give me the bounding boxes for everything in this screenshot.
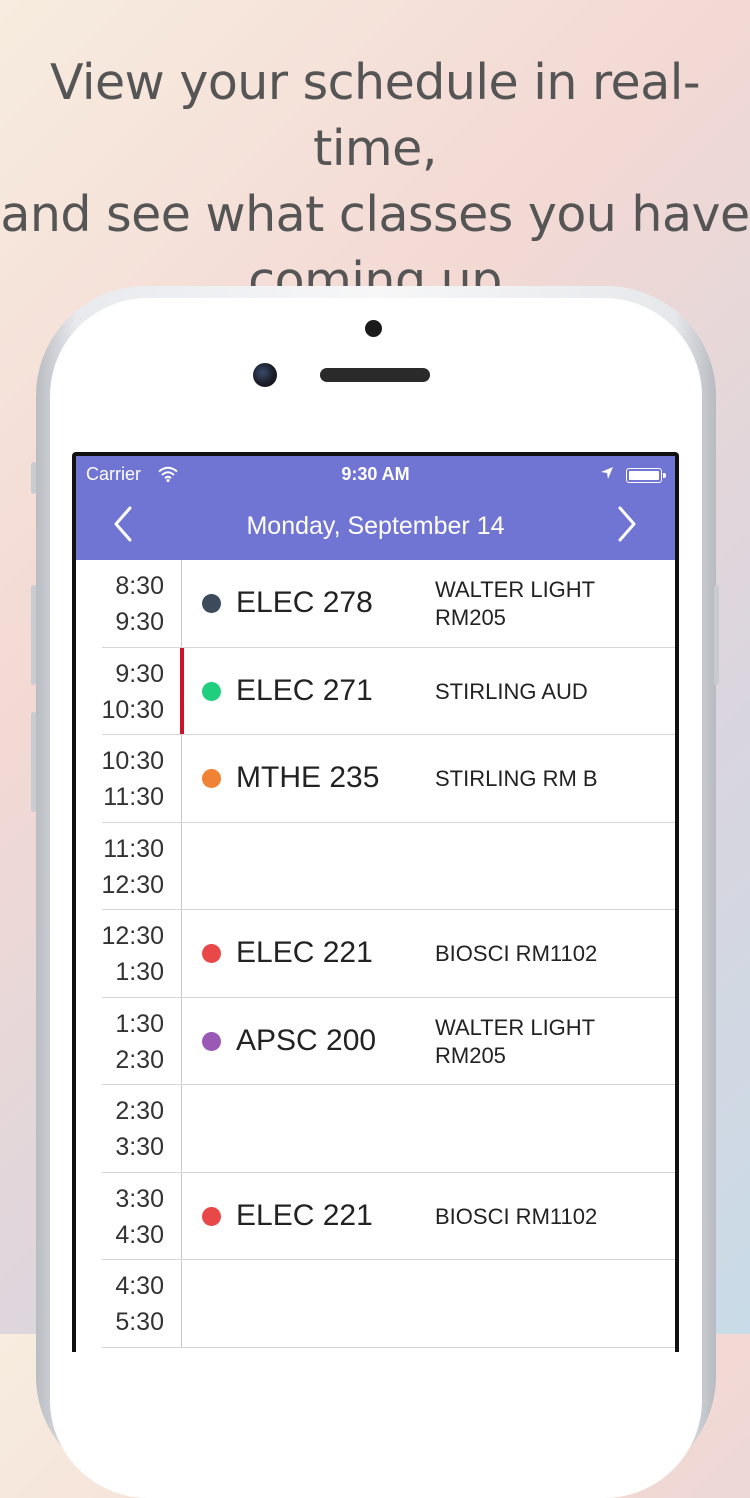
course-room: STIRLING AUD <box>435 678 588 704</box>
navigation-bar: Carrier 9:30 AM Monday, September 14 <box>76 456 675 560</box>
end-time: 5:30 <box>115 1308 164 1336</box>
app-screen: Carrier 9:30 AM Monday, September 14 8:3… <box>76 456 675 1352</box>
schedule-row: 2:30 3:30 <box>76 1085 675 1173</box>
course-code: APSC 200 <box>236 1023 377 1057</box>
course-code: ELEC 221 <box>236 1198 373 1232</box>
course-room: WALTER LIGHT RM205 <box>435 577 595 630</box>
time-slot: 1:30 2:30 <box>76 998 164 1086</box>
column-divider <box>181 1172 182 1260</box>
course-color-dot <box>202 1031 221 1051</box>
end-time: 12:30 <box>101 870 164 899</box>
schedule-row[interactable]: 9:30 10:30 ELEC 271 STIRLING AUD <box>76 647 675 736</box>
course-color-dot <box>202 944 221 963</box>
location-icon <box>601 467 613 479</box>
start-time: 11:30 <box>103 834 164 863</box>
nav-title: Monday, September 14 <box>246 512 505 540</box>
start-time: 9:30 <box>115 659 164 688</box>
phone-volume-up <box>31 585 36 685</box>
end-time: 10:30 <box>101 695 164 724</box>
start-time: 1:30 <box>115 1009 164 1038</box>
column-divider <box>181 997 182 1085</box>
battery-icon <box>626 468 666 483</box>
front-camera <box>253 363 277 387</box>
headline: View your schedule in real-time, and see… <box>0 50 750 314</box>
chevron-right-icon <box>618 506 636 542</box>
headline-line-1: View your schedule in real-time, <box>49 54 701 177</box>
time-slot: 9:30 10:30 <box>76 648 164 736</box>
schedule-row[interactable]: 3:30 4:30 ELEC 221 BIOSCI RM1102 <box>76 1172 675 1261</box>
column-divider <box>181 1260 182 1348</box>
column-divider <box>181 735 182 823</box>
phone-volume-down <box>31 712 36 812</box>
course-color-dot <box>202 1206 221 1226</box>
phone-mute-switch <box>31 462 36 494</box>
schedule-row: 11:30 12:30 <box>76 822 675 911</box>
course-color-dot <box>202 769 221 788</box>
current-time-marker <box>180 647 184 735</box>
time-slot: 11:30 12:30 <box>76 823 164 911</box>
time-slot: 2:30 3:30 <box>76 1085 164 1173</box>
phone-screen: Carrier 9:30 AM Monday, September 14 8:3… <box>72 452 679 1352</box>
time-slot: 8:30 9:30 <box>76 560 164 648</box>
start-time: 8:30 <box>115 572 164 600</box>
course-code: ELEC 278 <box>236 586 373 619</box>
course-room: STIRLING RM B <box>435 766 598 791</box>
start-time: 12:30 <box>101 922 164 950</box>
end-time: 3:30 <box>115 1133 164 1161</box>
end-time: 11:30 <box>103 783 164 811</box>
time-slot: 4:30 5:30 <box>76 1260 164 1348</box>
earpiece-speaker <box>320 368 430 382</box>
time-slot: 10:30 11:30 <box>76 735 164 823</box>
course-room: WALTER LIGHT RM205 <box>435 1014 595 1068</box>
start-time: 10:30 <box>101 747 164 775</box>
schedule-row[interactable]: 12:30 1:30 ELEC 221 BIOSCI RM1102 <box>76 910 675 998</box>
start-time: 4:30 <box>115 1272 164 1300</box>
course-room: BIOSCI RM1102 <box>435 941 598 966</box>
course-code: MTHE 235 <box>236 761 380 794</box>
course-color-dot <box>202 681 221 701</box>
end-time: 1:30 <box>115 958 164 986</box>
schedule-row[interactable]: 8:30 9:30 ELEC 278 WALTER LIGHT RM205 <box>76 560 675 648</box>
proximity-sensor <box>365 320 382 337</box>
course-room: BIOSCI RM1102 <box>435 1203 598 1229</box>
column-divider <box>181 1085 182 1173</box>
course-color-dot <box>202 594 221 613</box>
start-time: 2:30 <box>115 1097 164 1125</box>
schedule-row[interactable]: 10:30 11:30 MTHE 235 STIRLING RM B <box>76 735 675 823</box>
schedule-list: 8:30 9:30 ELEC 278 WALTER LIGHT RM205 9:30 10… <box>76 560 675 1348</box>
status-bar: Carrier 9:30 AM <box>76 464 675 488</box>
course-code: ELEC 221 <box>236 936 373 969</box>
start-time: 3:30 <box>115 1184 164 1213</box>
schedule-row: 4:30 5:30 <box>76 1260 675 1348</box>
end-time: 4:30 <box>115 1220 164 1249</box>
phone-power-button <box>714 585 719 685</box>
column-divider <box>181 910 182 998</box>
end-time: 9:30 <box>115 608 164 636</box>
column-divider <box>181 560 182 648</box>
time-slot: 12:30 1:30 <box>76 910 164 998</box>
headline-line-2: and see what classes you have <box>0 186 750 243</box>
status-time: 9:30 AM <box>341 464 410 484</box>
time-slot: 3:30 4:30 <box>76 1173 164 1261</box>
next-day-button[interactable] <box>612 504 652 548</box>
column-divider <box>181 822 182 910</box>
schedule-row[interactable]: 1:30 2:30 APSC 200 WALTER LIGHT RM205 <box>76 997 675 1086</box>
end-time: 2:30 <box>115 1045 164 1074</box>
course-code: ELEC 271 <box>236 673 373 707</box>
